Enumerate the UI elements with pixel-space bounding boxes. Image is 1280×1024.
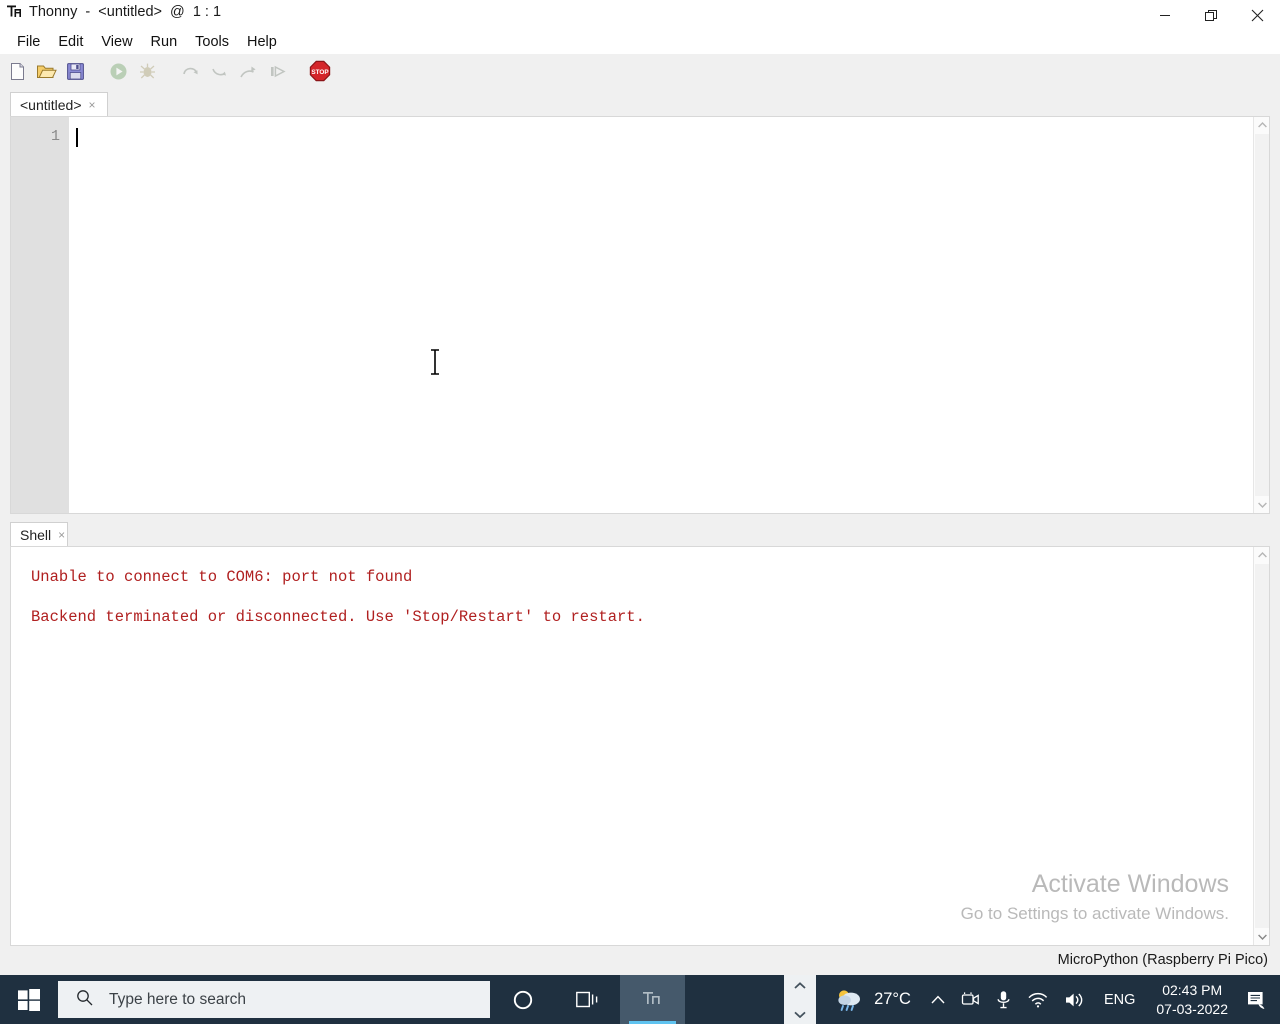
shell-scroll-down-icon[interactable] [1254, 929, 1270, 945]
editor-tab-close-icon[interactable]: × [89, 99, 96, 111]
shell-scroll-thumb[interactable] [1255, 564, 1269, 928]
thonny-taskbar-icon[interactable] [620, 975, 685, 1024]
menu-bar: File Edit View Run Tools Help [0, 30, 1280, 54]
microphone-icon[interactable] [988, 975, 1019, 1024]
language-indicator: ENG [1103, 991, 1136, 1008]
window-controls [1142, 0, 1280, 30]
shell-tab-close-icon[interactable]: × [58, 529, 65, 541]
stop-icon[interactable]: STOP [308, 59, 332, 83]
menu-item-run[interactable]: Run [142, 31, 187, 53]
editor-tab-untitled[interactable]: <untitled> × [10, 92, 108, 116]
title-bar-left: Thonny - <untitled> @ 1 : 1 [6, 4, 221, 21]
thonny-window: Thonny - <untitled> @ 1 : 1 File Edit Vi… [0, 0, 1280, 975]
menu-item-file[interactable]: File [8, 31, 49, 53]
taskbar-overflow-scroller[interactable] [784, 975, 816, 1024]
editor-tab-label: <untitled> [20, 96, 82, 113]
scroll-thumb[interactable] [1255, 134, 1269, 496]
editor-tabstrip: <untitled> × [0, 92, 1280, 116]
menu-item-help[interactable]: Help [238, 31, 286, 53]
notifications-icon[interactable] [1238, 975, 1280, 1024]
wifi-icon[interactable] [1019, 975, 1056, 1024]
search-input[interactable]: Type here to search [58, 981, 490, 1018]
weather-temperature: 27°C [874, 990, 911, 1008]
toolbar: STOP [0, 54, 1280, 88]
system-tray: 27°C ENG 02:43 PM 07-03-2022 [826, 975, 1280, 1024]
windows-logo-icon[interactable] [0, 975, 58, 1024]
shell-panel[interactable]: Unable to connect to COM6: port not foun… [10, 546, 1270, 946]
mouse-cursor-ibeam [424, 344, 446, 382]
restore-button[interactable] [1188, 0, 1234, 30]
weather-rain-icon[interactable] [826, 975, 872, 1024]
shell-scroll-up-icon[interactable] [1254, 547, 1270, 563]
watermark-title: Activate Windows [1031, 870, 1229, 898]
shell-line-1: Unable to connect to COM6: port not foun… [31, 568, 413, 586]
show-hidden-icons-chevron[interactable] [923, 975, 953, 1024]
svg-text:STOP: STOP [311, 69, 329, 76]
interpreter-status[interactable]: MicroPython (Raspberry Pi Pico) [1058, 952, 1268, 968]
clock[interactable]: 02:43 PM 07-03-2022 [1146, 981, 1238, 1019]
search-placeholder: Type here to search [109, 990, 246, 1008]
search-icon [76, 989, 93, 1011]
cortana-icon[interactable] [490, 975, 555, 1024]
title-bar: Thonny - <untitled> @ 1 : 1 [0, 0, 1280, 30]
step-into-icon[interactable] [207, 59, 231, 83]
shell-tabstrip: Shell × [0, 522, 1280, 546]
editor-vertical-scrollbar[interactable] [1253, 117, 1269, 513]
debug-icon[interactable] [135, 59, 159, 83]
open-file-icon[interactable] [34, 59, 58, 83]
code-editor[interactable]: 1 [10, 116, 1270, 514]
scroll-down-icon[interactable] [1254, 497, 1270, 513]
volume-icon[interactable] [1056, 975, 1093, 1024]
watermark-subtitle: Go to Settings to activate Windows. [960, 904, 1229, 923]
text-caret [76, 128, 78, 147]
clock-date: 07-03-2022 [1156, 1000, 1228, 1017]
save-file-icon[interactable] [63, 59, 87, 83]
editor-text-area[interactable] [70, 117, 1252, 513]
line-number: 1 [50, 128, 60, 145]
run-icon[interactable] [106, 59, 130, 83]
shell-tab[interactable]: Shell × [10, 522, 68, 546]
minimize-button[interactable] [1142, 0, 1188, 30]
shell-tab-label: Shell [20, 526, 52, 543]
windows-taskbar: Type here to search 27°C ENG 02:43 PM 07… [0, 975, 1280, 1024]
new-file-icon[interactable] [5, 59, 29, 83]
step-out-icon[interactable] [236, 59, 260, 83]
thonny-logo-icon [6, 4, 23, 21]
task-view-icon[interactable] [555, 975, 620, 1024]
shell-vertical-scrollbar[interactable] [1253, 547, 1269, 945]
activate-windows-watermark: Activate Windows Go to Settings to activ… [961, 867, 1229, 927]
camera-icon[interactable] [953, 975, 988, 1024]
close-button[interactable] [1234, 0, 1280, 30]
status-bar: MicroPython (Raspberry Pi Pico) [0, 948, 1280, 975]
menu-item-tools[interactable]: Tools [186, 31, 238, 53]
shell-line-2: Backend terminated or disconnected. Use … [31, 608, 645, 626]
menu-item-edit[interactable]: Edit [49, 31, 92, 53]
scroll-up-icon[interactable] [1254, 117, 1270, 133]
editor-gutter: 1 [11, 117, 69, 513]
resume-icon[interactable] [265, 59, 289, 83]
window-title: Thonny - <untitled> @ 1 : 1 [29, 4, 222, 20]
step-over-icon[interactable] [178, 59, 202, 83]
chevron-down-icon[interactable] [794, 1005, 806, 1023]
menu-item-view[interactable]: View [92, 31, 141, 53]
clock-time: 02:43 PM [1162, 981, 1223, 998]
chevron-up-icon[interactable] [794, 976, 806, 994]
